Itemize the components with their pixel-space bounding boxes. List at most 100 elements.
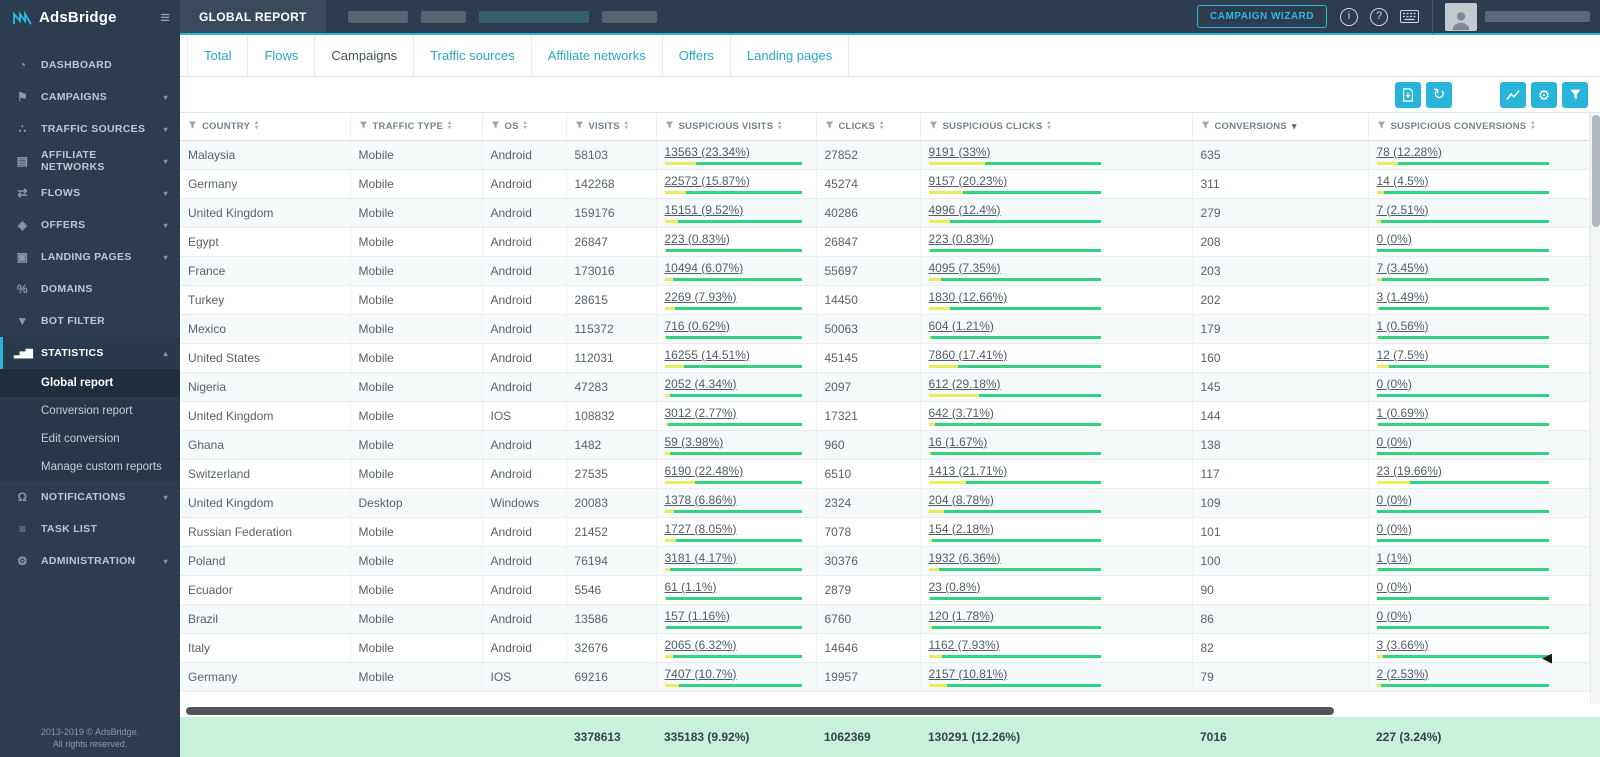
suspicious-value-link[interactable]: 4095 (7.35%) [929, 261, 1001, 275]
suspicious-value-link[interactable]: 3012 (2.77%) [665, 406, 737, 420]
filter-funnel-icon[interactable] [1201, 120, 1210, 133]
settings-button[interactable]: ⚙ [1531, 81, 1557, 108]
suspicious-value-link[interactable]: 154 (2.18%) [929, 522, 994, 536]
suspicious-value-link[interactable]: 1378 (6.86%) [665, 493, 737, 507]
column-header-country[interactable]: COUNTRY ▴ ▾ [180, 113, 351, 141]
suspicious-value-link[interactable]: 2 (2.53%) [1377, 667, 1429, 681]
tab-campaigns[interactable]: Campaigns [315, 35, 415, 76]
table-row[interactable]: Ghana Mobile Android 1482 59 (3.98%) 960 16 (1… [180, 430, 1590, 460]
suspicious-value-link[interactable]: 2052 (4.34%) [665, 377, 737, 391]
table-row[interactable]: Nigeria Mobile Android 47283 2052 (4.34%) 209… [180, 372, 1590, 402]
sidebar-item-flows[interactable]: ⇄ FLOWS ▾ [0, 177, 180, 209]
table-row[interactable]: United Kingdom Mobile IOS 108832 3012 (2.77%… [180, 401, 1590, 431]
filter-funnel-icon[interactable] [665, 120, 674, 133]
sidebar-subitem-edit-conversion[interactable]: Edit conversion [0, 425, 180, 453]
suspicious-value-link[interactable]: 204 (8.78%) [929, 493, 994, 507]
redacted-nav-item[interactable] [347, 10, 408, 23]
suspicious-value-link[interactable]: 2157 (10.81%) [929, 667, 1008, 681]
table-row[interactable]: Turkey Mobile Android 28615 2269 (7.93%) 1445… [180, 285, 1590, 315]
help-icon[interactable]: ? [1370, 7, 1388, 26]
sidebar-subitem-manage-custom-reports[interactable]: Manage custom reports [0, 453, 180, 481]
suspicious-value-link[interactable]: 7860 (17.41%) [929, 348, 1008, 362]
table-row[interactable]: United Kingdom Desktop Windows 20083 1378 (6… [180, 488, 1590, 518]
suspicious-value-link[interactable]: 2269 (7.93%) [665, 290, 737, 304]
suspicious-value-link[interactable]: 59 (3.98%) [665, 435, 724, 449]
sidebar-item-administration[interactable]: ⚙ ADMINISTRATION ▾ [0, 545, 180, 577]
suspicious-value-link[interactable]: 1413 (21.71%) [929, 464, 1008, 478]
suspicious-value-link[interactable]: 120 (1.78%) [929, 609, 994, 623]
suspicious-value-link[interactable]: 3181 (4.17%) [665, 551, 737, 565]
table-row[interactable]: Russian Federation Mobile Android 21452 1727… [180, 517, 1590, 547]
refresh-button[interactable]: ↻ [1426, 81, 1452, 108]
table-row[interactable]: United States Mobile Android 112031 16255 (1… [180, 343, 1590, 373]
global-report-tab[interactable]: GLOBAL REPORT [180, 0, 326, 33]
suspicious-value-link[interactable]: 0 (0%) [1377, 232, 1412, 246]
column-header-conversions[interactable]: CONVERSIONS ▾ [1192, 113, 1369, 141]
vertical-scrollbar-thumb[interactable] [1592, 115, 1600, 227]
suspicious-value-link[interactable]: 15151 (9.52%) [665, 203, 744, 217]
sidebar-item-dashboard[interactable]: ◔ DASHBOARD [0, 49, 180, 81]
redacted-nav-item[interactable] [478, 10, 589, 23]
filter-funnel-icon[interactable] [575, 120, 584, 133]
suspicious-value-link[interactable]: 716 (0.62%) [665, 319, 730, 333]
column-header-traffic-type[interactable]: TRAFFIC TYPE ▴ ▾ [350, 113, 483, 141]
tab-flows[interactable]: Flows [248, 35, 316, 76]
suspicious-value-link[interactable]: 0 (0%) [1377, 580, 1412, 594]
table-row[interactable]: Ecuador Mobile Android 5546 61 (1.1%) 2879 23 … [180, 575, 1590, 605]
suspicious-value-link[interactable]: 223 (0.83%) [665, 232, 730, 246]
suspicious-value-link[interactable]: 61 (1.1%) [665, 580, 717, 594]
tab-offers[interactable]: Offers [663, 35, 731, 76]
table-row[interactable]: Poland Mobile Android 76194 3181 (4.17%) 3037… [180, 546, 1590, 576]
sidebar-item-notifications[interactable]: Ω NOTIFICATIONS ▾ [0, 481, 180, 513]
suspicious-value-link[interactable]: 0 (0%) [1377, 377, 1412, 391]
suspicious-value-link[interactable]: 16255 (14.51%) [665, 348, 750, 362]
table-row[interactable]: Egypt Mobile Android 26847 223 (0.83%) 26847 2… [180, 227, 1590, 257]
table-row[interactable]: Brazil Mobile Android 13586 157 (1.16%) 6760 1… [180, 604, 1590, 634]
tab-traffic-sources[interactable]: Traffic sources [414, 35, 532, 76]
column-header-suspicious-clicks[interactable]: SUSPICIOUS CLICKS ▴ ▾ [920, 113, 1193, 141]
table-row[interactable]: Germany Mobile Android 142268 22573 (15.87%)… [180, 169, 1590, 199]
table-row[interactable]: Switzerland Mobile Android 27535 6190 (22.48… [180, 459, 1590, 489]
suspicious-value-link[interactable]: 3 (3.66%) [1377, 638, 1429, 652]
suspicious-value-link[interactable]: 14 (4.5%) [1377, 174, 1429, 188]
filter-funnel-icon[interactable] [491, 120, 500, 133]
column-header-clicks[interactable]: CLICKS ▴ ▾ [816, 113, 921, 141]
sidebar-subitem-global-report[interactable]: Global report [0, 369, 180, 397]
filter-funnel-icon[interactable] [1377, 120, 1386, 133]
filter-funnel-icon[interactable] [825, 120, 834, 133]
sidebar-item-offers[interactable]: ◈ OFFERS ▾ [0, 209, 180, 241]
sidebar-item-statistics[interactable]: ▂▅▇ STATISTICS ▴ [0, 337, 180, 369]
suspicious-value-link[interactable]: 1 (1%) [1377, 551, 1412, 565]
table-row[interactable]: Germany Mobile IOS 69216 7407 (10.7%) 19957 21… [180, 662, 1590, 692]
table-row[interactable]: France Mobile Android 173016 10494 (6.07%) 55… [180, 256, 1590, 286]
suspicious-value-link[interactable]: 1 (0.56%) [1377, 319, 1429, 333]
suspicious-value-link[interactable]: 13563 (23.34%) [665, 145, 750, 159]
filter-funnel-icon[interactable] [929, 120, 938, 133]
suspicious-value-link[interactable]: 23 (0.8%) [929, 580, 981, 594]
suspicious-value-link[interactable]: 22573 (15.87%) [665, 174, 750, 188]
suspicious-value-link[interactable]: 23 (19.66%) [1377, 464, 1442, 478]
sidebar-subitem-conversion-report[interactable]: Conversion report [0, 397, 180, 425]
table-row[interactable]: Italy Mobile Android 32676 2065 (6.32%) 14646… [180, 633, 1590, 663]
suspicious-value-link[interactable]: 612 (29.18%) [929, 377, 1001, 391]
suspicious-value-link[interactable]: 0 (0%) [1377, 493, 1412, 507]
suspicious-value-link[interactable]: 16 (1.67%) [929, 435, 988, 449]
user-menu[interactable] [1432, 0, 1590, 34]
suspicious-value-link[interactable]: 7 (3.45%) [1377, 261, 1429, 275]
filter-funnel-icon[interactable] [359, 120, 368, 133]
suspicious-value-link[interactable]: 6190 (22.48%) [665, 464, 744, 478]
sidebar-item-landing-pages[interactable]: ▣ LANDING PAGES ▾ [0, 241, 180, 273]
suspicious-value-link[interactable]: 0 (0%) [1377, 609, 1412, 623]
keyboard-icon[interactable] [1400, 10, 1419, 23]
suspicious-value-link[interactable]: 9191 (33%) [929, 145, 991, 159]
suspicious-value-link[interactable]: 0 (0%) [1377, 435, 1412, 449]
table-row[interactable]: United Kingdom Mobile Android 159176 15151 (… [180, 198, 1590, 228]
hamburger-menu-icon[interactable]: ≡ [160, 9, 170, 26]
scroll-left-icon[interactable]: ◀ [1542, 651, 1552, 664]
table-row[interactable]: Malaysia Mobile Android 58103 13563 (23.34%)… [180, 140, 1590, 170]
suspicious-value-link[interactable]: 2065 (6.32%) [665, 638, 737, 652]
suspicious-value-link[interactable]: 10494 (6.07%) [665, 261, 744, 275]
table-row[interactable]: Mexico Mobile Android 115372 716 (0.62%) 5006… [180, 314, 1590, 344]
chart-button[interactable] [1500, 81, 1526, 108]
column-header-suspicious-visits[interactable]: SUSPICIOUS VISITS ▴ ▾ [656, 113, 817, 141]
